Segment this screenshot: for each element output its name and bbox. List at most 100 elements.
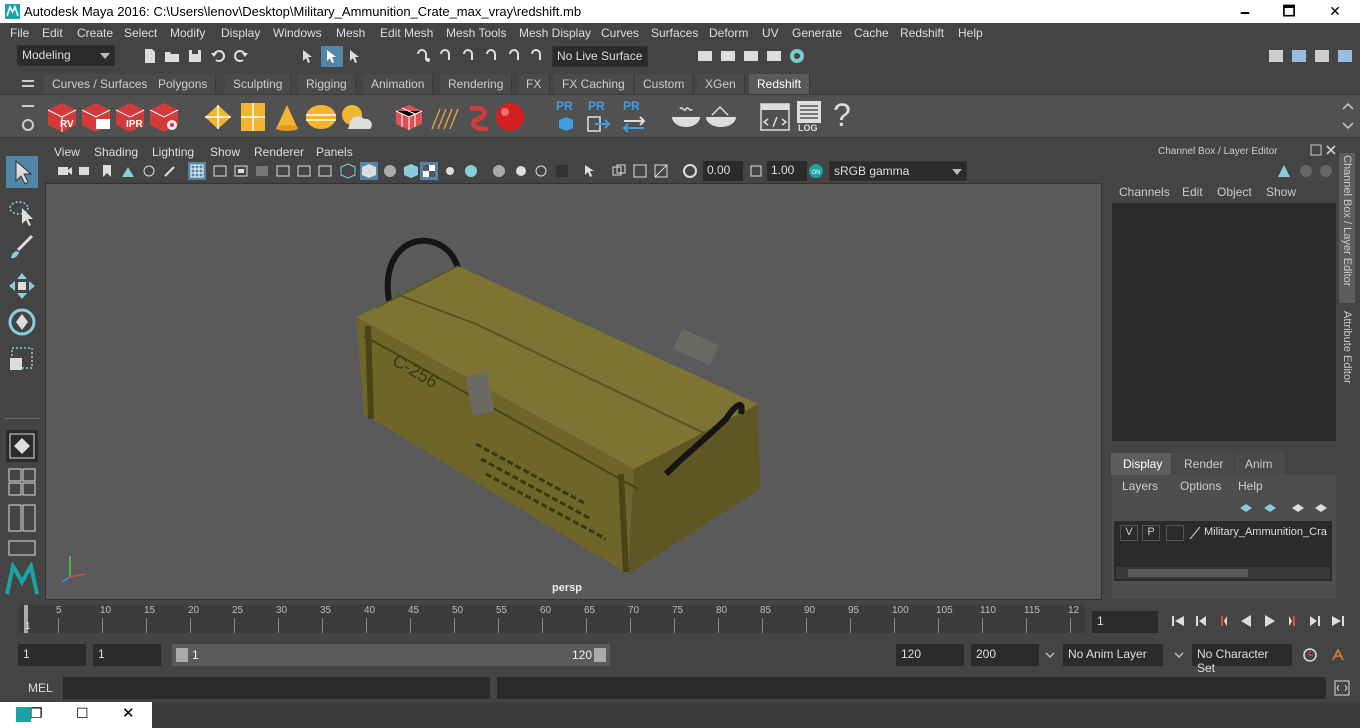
color-management-icon[interactable]: ON [808, 163, 824, 179]
close-icon[interactable]: ✕ [122, 704, 135, 722]
menu-surfaces[interactable]: Surfaces [651, 26, 698, 40]
wireframe-on-shaded-icon[interactable] [403, 163, 419, 179]
exposure-icon[interactable] [682, 163, 698, 179]
step-forward-frame-icon[interactable] [1307, 613, 1323, 629]
move-layer-down-icon[interactable] [1313, 499, 1329, 515]
camera-select-icon[interactable] [57, 163, 73, 179]
depth-of-field-icon[interactable] [554, 163, 570, 179]
log-button[interactable]: LOG [795, 99, 823, 135]
float-panel-icon[interactable] [1310, 144, 1322, 156]
animation-end-field[interactable]: 200 [971, 644, 1039, 666]
tab-rendering[interactable]: Rendering [440, 74, 513, 94]
smooth-shade-toggle[interactable] [360, 162, 378, 180]
snap-live-icon[interactable] [530, 48, 546, 64]
material-shader-icon[interactable] [670, 103, 702, 131]
close-button[interactable]: ✕ [1312, 0, 1358, 23]
snap-grid-icon[interactable] [416, 48, 432, 64]
step-back-key-icon[interactable] [1215, 613, 1231, 629]
exposure-field[interactable]: 0.00 [703, 161, 743, 181]
area-light-icon[interactable] [203, 103, 233, 131]
select-object-mode[interactable] [321, 46, 343, 67]
tab-xgen[interactable]: XGen [697, 74, 745, 94]
panel-menu-shading[interactable]: Shading [94, 145, 138, 159]
redshift-render-view-button[interactable]: RV [46, 101, 78, 133]
layer-color-icon[interactable] [1188, 525, 1202, 541]
tab-render[interactable]: Render [1173, 453, 1233, 475]
layer-name[interactable]: Military_Ammunition_Cra [1204, 526, 1332, 538]
xray-joints-icon[interactable] [632, 163, 648, 179]
mel-input[interactable] [63, 677, 490, 699]
snap-view-icon[interactable] [485, 48, 501, 64]
panel-menu-lighting[interactable]: Lighting [152, 145, 194, 159]
four-view-layout-icon[interactable] [8, 468, 36, 496]
new-scene-icon[interactable] [142, 48, 158, 64]
isolate-select-icon[interactable] [582, 163, 598, 179]
tab-animation[interactable]: Animation [363, 74, 434, 94]
channels-object-menu[interactable]: Object [1217, 185, 1252, 199]
attribute-editor-toggle-icon[interactable] [1291, 48, 1307, 64]
options-menu[interactable]: Options [1180, 479, 1221, 493]
layer-playback-toggle[interactable]: P [1142, 525, 1160, 541]
redo-icon[interactable] [233, 48, 249, 64]
time-ruler[interactable]: 1 5 10 15 20 25 30 35 40 45 50 55 60 65 70 75 80 85 90 95 1… [18, 605, 1086, 633]
tab-rigging[interactable]: Rigging [298, 74, 356, 94]
layer-visibility-toggle[interactable]: V [1120, 525, 1138, 541]
menu-windows[interactable]: Windows [273, 26, 322, 40]
ipr-render-icon[interactable] [743, 48, 759, 64]
persp-outliner-layout-icon[interactable] [8, 540, 36, 556]
layer-row[interactable]: V P Military_Ammunition_Cra [1116, 523, 1332, 541]
gamma-icon[interactable] [748, 163, 764, 179]
channels-show-menu[interactable]: Show [1266, 185, 1296, 199]
range-end-handle[interactable] [594, 648, 606, 662]
grid-toggle[interactable] [188, 162, 206, 180]
character-set-dropdown-arrow-icon[interactable] [1173, 647, 1185, 663]
tab-curves-surfaces[interactable]: Curves / Surfaces [44, 74, 157, 94]
dome-light-icon[interactable] [304, 103, 338, 131]
ies-light-icon[interactable] [274, 103, 300, 131]
restore-icon[interactable]: ❐ [30, 705, 43, 722]
redshift-render-sequence-button[interactable] [80, 101, 112, 133]
tab-display[interactable]: Display [1111, 453, 1171, 475]
menu-help[interactable]: Help [958, 26, 983, 40]
menu-create[interactable]: Create [77, 26, 113, 40]
menu-mesh-display[interactable]: Mesh Display [519, 26, 591, 40]
tab-fx-caching[interactable]: FX Caching [554, 74, 634, 94]
render-frame-icon[interactable] [720, 48, 736, 64]
menu-select[interactable]: Select [124, 26, 157, 40]
scale-tool[interactable] [6, 342, 38, 374]
live-surface-field[interactable]: No Live Surface [552, 46, 648, 67]
animation-preferences-icon[interactable] [1330, 647, 1346, 663]
multisample-aa-icon[interactable] [533, 163, 549, 179]
render-view-icon[interactable] [697, 48, 713, 64]
layer-horizontal-scrollbar[interactable] [1116, 567, 1330, 579]
portal-light-icon[interactable] [240, 102, 266, 132]
menu-redshift[interactable]: Redshift [900, 26, 944, 40]
tab-redshift[interactable]: Redshift [749, 74, 811, 94]
move-layer-up-icon[interactable] [1290, 499, 1306, 515]
gamma-field[interactable]: 1.00 [767, 161, 807, 181]
hypershade-icon[interactable] [789, 48, 805, 64]
go-to-start-icon[interactable] [1170, 613, 1186, 629]
maximize-button[interactable]: 🗖 [1266, 0, 1312, 23]
field-chart-icon[interactable] [275, 163, 291, 179]
menu-cache[interactable]: Cache [854, 26, 889, 40]
select-tool[interactable] [6, 156, 38, 188]
playback-end-field[interactable]: 120 [896, 644, 964, 666]
save-scene-icon[interactable] [187, 48, 203, 64]
render-settings-icon[interactable] [766, 48, 782, 64]
menu-file[interactable]: File [10, 26, 29, 40]
menu-edit-mesh[interactable]: Edit Mesh [380, 26, 433, 40]
channel-box-manipulator-icon[interactable] [1276, 163, 1292, 179]
panel-menu-show[interactable]: Show [210, 145, 240, 159]
new-empty-layer-icon[interactable] [1262, 499, 1278, 515]
attribute-editor-side-tab[interactable]: Attribute Editor [1339, 309, 1355, 399]
snap-point-icon[interactable] [462, 48, 478, 64]
select-component-icon[interactable] [347, 48, 363, 64]
menu-mesh-tools[interactable]: Mesh Tools [446, 26, 506, 40]
menu-uv[interactable]: UV [762, 26, 779, 40]
image-plane-icon[interactable] [120, 163, 136, 179]
material-sphere-icon[interactable] [494, 101, 526, 133]
sun-sky-icon[interactable] [338, 103, 372, 131]
snap-surface-icon[interactable] [508, 48, 524, 64]
panel-menu-view[interactable]: View [54, 145, 80, 159]
